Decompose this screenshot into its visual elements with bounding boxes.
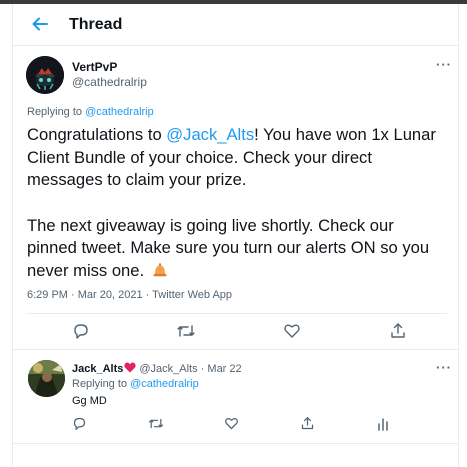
replying-to-link[interactable]: @cathedralrip	[85, 106, 154, 118]
column-border-left	[12, 4, 13, 467]
tweet-line: never miss one.	[27, 260, 447, 285]
like-icon[interactable]	[224, 416, 239, 436]
page-title: Thread	[69, 16, 123, 33]
thread-header: Thread	[13, 4, 458, 46]
tweet-text-part: ! You have won 1x Lunar	[254, 125, 436, 144]
replying-to: Replying to @cathedralrip	[72, 378, 199, 390]
bell-icon	[151, 262, 169, 285]
more-icon[interactable]: ···	[436, 360, 452, 375]
tweet-line: messages to claim your prize.	[27, 170, 247, 189]
like-icon[interactable]	[283, 322, 301, 345]
tweet-divider	[13, 443, 458, 444]
retweet-icon[interactable]	[176, 322, 196, 345]
tweet-text-part: Congratulations to	[27, 125, 167, 144]
avatar[interactable]	[26, 56, 64, 94]
replying-to-label: Replying to	[27, 106, 86, 118]
reply-icon[interactable]	[72, 416, 87, 436]
heart-emoji-icon	[124, 362, 137, 376]
retweet-icon[interactable]	[148, 416, 164, 436]
share-icon[interactable]	[389, 322, 407, 345]
tweet-text-part: never miss one.	[27, 260, 149, 280]
display-name[interactable]: VertPvP	[72, 60, 117, 74]
share-icon[interactable]	[300, 416, 315, 436]
more-icon[interactable]: ···	[436, 57, 452, 72]
reply-header: Jack_Alts @Jack_Alts · Mar 22	[72, 362, 242, 376]
user-handle[interactable]: @Jack_Alts	[139, 363, 197, 375]
tweet-text: Congratulations to @Jack_Alts! You have …	[27, 124, 447, 284]
replying-to: Replying to @cathedralrip	[27, 106, 154, 118]
tweet-line: Congratulations to @Jack_Alts! You have …	[27, 124, 447, 147]
column-border-right	[458, 4, 459, 467]
mention-link[interactable]: @Jack_Alts	[166, 125, 254, 144]
tweet-line: The next giveaway is going live shortly.…	[27, 215, 394, 235]
replying-to-label: Replying to	[72, 378, 131, 390]
analytics-icon[interactable]	[377, 416, 389, 436]
avatar[interactable]	[28, 360, 65, 397]
replying-to-link[interactable]: @cathedralrip	[130, 378, 199, 390]
tweet-line: Client Bundle of your choice. Check your…	[27, 147, 372, 167]
back-arrow-icon[interactable]	[30, 14, 50, 34]
reply-text: Gg MD	[72, 395, 107, 407]
meta-divider	[27, 313, 447, 314]
display-name[interactable]: Jack_Alts	[72, 363, 123, 375]
reply-icon[interactable]	[72, 322, 90, 345]
tweet-line: pinned tweet. Make sure you turn our ale…	[27, 238, 430, 257]
tweet-date[interactable]: · Mar 22	[198, 363, 242, 375]
user-handle[interactable]: @cathedralrip	[72, 75, 147, 89]
tweet-divider	[13, 349, 458, 350]
tweet-timestamp[interactable]: 6:29 PM · Mar 20, 2021 · Twitter Web App	[27, 289, 232, 301]
